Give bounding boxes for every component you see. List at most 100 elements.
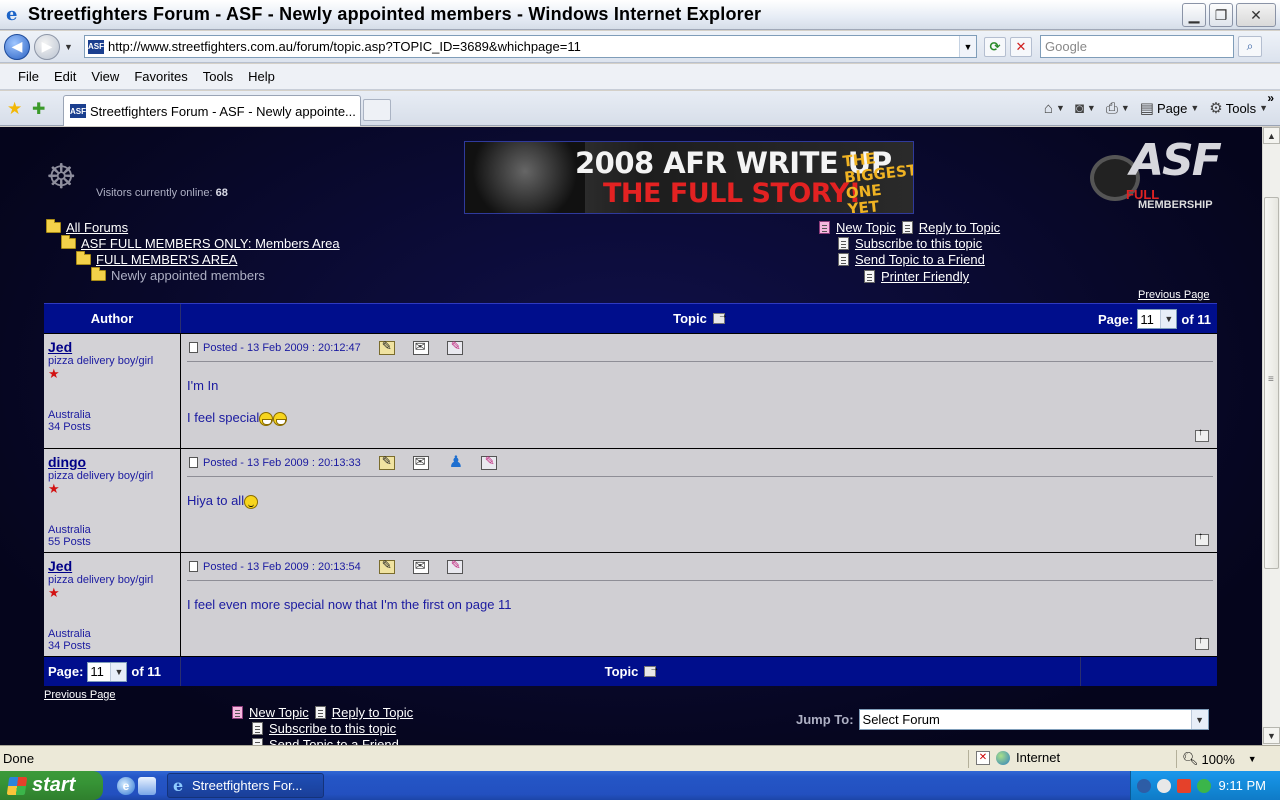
next-topic-icon[interactable]: [644, 663, 659, 677]
menu-help[interactable]: Help: [248, 69, 275, 84]
taskbar-ie-window[interactable]: e Streetfighters For...: [167, 773, 324, 798]
breadcrumb-link-members-area[interactable]: ASF FULL MEMBERS ONLY: Members Area: [81, 236, 340, 251]
url-field[interactable]: ASF http://www.streetfighters.com.au/for…: [84, 35, 977, 58]
back-to-top-icon[interactable]: [1195, 531, 1209, 546]
back-to-top-icon[interactable]: [1195, 427, 1209, 442]
back-to-top-icon[interactable]: [1195, 635, 1209, 650]
back-button[interactable]: ◀: [4, 33, 30, 60]
favorites-star-icon[interactable]: ★: [7, 99, 22, 119]
start-button[interactable]: start: [0, 771, 103, 800]
quote-icon[interactable]: [378, 558, 395, 574]
subscribe-row-bottom: Subscribe to this topic: [252, 721, 396, 736]
post-author-cell: Jed pizza delivery boy/girl ★ Australia …: [44, 553, 181, 656]
edit-post-icon[interactable]: [446, 558, 463, 574]
topic-header-label: Topic: [673, 311, 707, 326]
post-text-line: I feel even more special now that I'm th…: [187, 597, 512, 612]
feeds-button[interactable]: ◙ ▼: [1075, 100, 1096, 117]
history-dropdown-icon[interactable]: ▼: [64, 42, 73, 52]
user-profile-icon[interactable]: [447, 452, 463, 472]
post-text-line: Hiya to all: [187, 493, 1213, 509]
tools-menu-button[interactable]: ⚙ Tools ▼: [1209, 99, 1268, 117]
send-row-bottom: Send Topic to a Friend: [252, 737, 399, 745]
send-topic-link[interactable]: Send Topic to a Friend: [855, 252, 985, 267]
quote-icon[interactable]: [378, 454, 395, 470]
scroll-thumb[interactable]: [1264, 197, 1279, 569]
menu-file[interactable]: File: [18, 69, 39, 84]
close-button[interactable]: ✕: [1236, 3, 1276, 27]
vertical-scrollbar[interactable]: ▲ ▼: [1262, 127, 1280, 745]
search-icon[interactable]: ⌕: [1238, 36, 1262, 57]
popup-blocked-icon[interactable]: ✕: [976, 750, 990, 765]
edit-post-icon[interactable]: [480, 454, 497, 470]
page-select-value: 11: [90, 664, 104, 679]
author-name-link[interactable]: Jed: [48, 339, 176, 355]
security-zone[interactable]: ✕ Internet: [976, 750, 1060, 765]
home-button[interactable]: ⌂ ▼: [1044, 100, 1065, 117]
page-selector-top: Page: 11 ▼ of 11: [1098, 304, 1217, 334]
page-menu-button[interactable]: ▤ Page ▼: [1140, 99, 1199, 117]
chevron-more-icon[interactable]: »: [1267, 91, 1274, 105]
post-author-cell: dingo pizza delivery boy/girl ★ Australi…: [44, 449, 181, 552]
title-bar: e Streetfighters Forum - ASF - Newly app…: [0, 0, 1280, 30]
send-topic-link-bottom[interactable]: Send Topic to a Friend: [269, 737, 399, 745]
printer-row: Printer Friendly: [864, 269, 969, 284]
quicklaunch-desktop-icon[interactable]: [138, 777, 156, 795]
tray-z-icon[interactable]: [1157, 778, 1171, 793]
maximize-button[interactable]: ❐: [1209, 3, 1233, 27]
afr-banner-ad[interactable]: 2008 AFR WRITE UP THE FULL STORY! THE BI…: [464, 141, 914, 214]
quicklaunch-ie-icon[interactable]: e: [117, 777, 135, 795]
subscribe-link[interactable]: Subscribe to this topic: [855, 236, 982, 251]
email-author-icon[interactable]: [412, 558, 429, 574]
post-text: Hiya to all: [187, 493, 245, 508]
breadcrumb-link-full-members[interactable]: FULL MEMBER'S AREA: [96, 252, 237, 267]
post-content-cell: Posted - 13 Feb 2009 : 20:12:47 I'm In I…: [181, 334, 1217, 448]
tray-back-icon[interactable]: [1137, 778, 1151, 793]
next-topic-icon[interactable]: [712, 310, 728, 324]
open-folder-icon: [91, 267, 106, 281]
menu-view[interactable]: View: [91, 69, 119, 84]
clock: 9:11 PM: [1218, 778, 1266, 793]
stop-icon[interactable]: ✕: [1010, 37, 1032, 57]
scroll-up-icon[interactable]: ▲: [1263, 127, 1280, 144]
add-favorite-icon[interactable]: ✚: [32, 99, 45, 119]
email-author-icon[interactable]: [412, 339, 429, 355]
scroll-down-icon[interactable]: ▼: [1263, 727, 1280, 744]
subscribe-link-bottom[interactable]: Subscribe to this topic: [269, 721, 396, 736]
print-button[interactable]: ⎙ ▼: [1106, 100, 1130, 117]
subscribe-row-top: Subscribe to this topic: [838, 236, 982, 251]
author-name-link[interactable]: Jed: [48, 558, 176, 574]
forward-button[interactable]: ▶: [34, 33, 60, 60]
edit-post-icon[interactable]: [446, 339, 463, 355]
previous-page-link-bottom[interactable]: Previous Page: [44, 689, 116, 701]
jump-forum-select[interactable]: Select Forum ▼: [858, 709, 1209, 730]
tab-streetfighters[interactable]: ASF Streetfighters Forum - ASF - Newly a…: [63, 95, 361, 126]
minimize-button[interactable]: ▁: [1182, 3, 1206, 27]
reply-topic-link-bottom[interactable]: Reply to Topic: [332, 705, 413, 720]
url-dropdown-icon[interactable]: ▼: [959, 36, 976, 57]
previous-page-link-top[interactable]: Previous Page: [1138, 289, 1210, 301]
email-author-icon[interactable]: [412, 454, 429, 470]
breadcrumb-members-area: ASF FULL MEMBERS ONLY: Members Area: [61, 235, 340, 251]
author-name-link[interactable]: dingo: [48, 454, 176, 470]
quote-icon[interactable]: [378, 339, 395, 355]
reply-topic-link[interactable]: Reply to Topic: [919, 220, 1000, 235]
breadcrumb-link-all-forums[interactable]: All Forums: [66, 220, 128, 235]
menu-favorites[interactable]: Favorites: [134, 69, 187, 84]
refresh-icon[interactable]: ⟳: [984, 37, 1006, 57]
printer-friendly-link[interactable]: Printer Friendly: [881, 269, 969, 284]
tray-flag-icon[interactable]: [1177, 778, 1191, 793]
new-topic-link-bottom[interactable]: New Topic: [249, 705, 309, 720]
topic-table: Author Topic Page: 11 ▼ of 11 Jed: [44, 303, 1217, 686]
breadcrumb-current: Newly appointed members: [111, 268, 265, 283]
post-body: Hiya to all: [185, 477, 1213, 509]
post-content-cell: Posted - 13 Feb 2009 : 20:13:54 I feel e…: [181, 553, 1217, 656]
tray-network-icon[interactable]: [1197, 778, 1211, 793]
zoom-control[interactable]: 🔍︎ 100% ▼: [1182, 751, 1257, 767]
menu-edit[interactable]: Edit: [54, 69, 76, 84]
page-select-bottom[interactable]: 11 ▼: [87, 661, 128, 682]
search-input[interactable]: Google: [1040, 35, 1234, 58]
menu-tools[interactable]: Tools: [203, 69, 233, 84]
page-select-top[interactable]: 11 ▼: [1137, 309, 1178, 329]
new-tab-button[interactable]: [363, 99, 391, 121]
new-topic-link[interactable]: New Topic: [836, 220, 896, 235]
